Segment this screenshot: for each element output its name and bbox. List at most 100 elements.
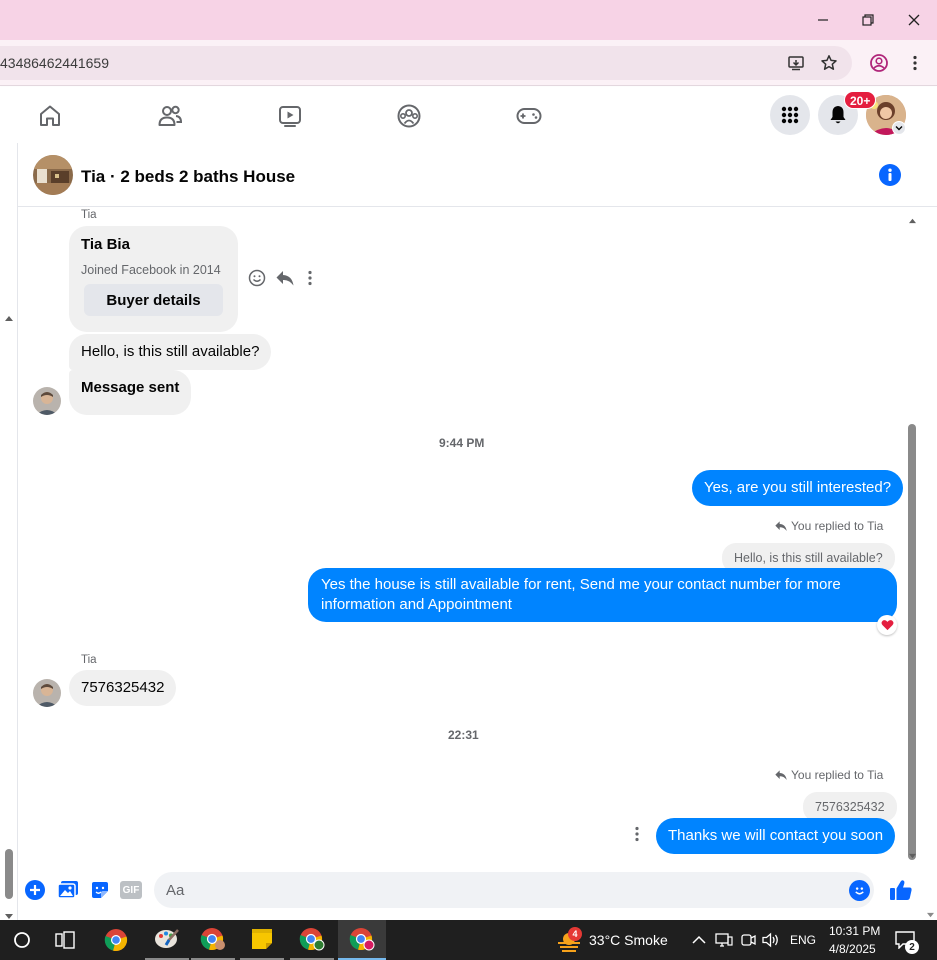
bell-icon bbox=[830, 106, 846, 124]
chat-scroll-thumb[interactable] bbox=[908, 424, 916, 860]
message-outgoing[interactable]: Thanks we will contact you soon bbox=[656, 818, 896, 854]
buyer-joined: Joined Facebook in 2014 bbox=[81, 263, 221, 277]
replied-arrow-icon bbox=[774, 768, 788, 786]
profile-icon[interactable] bbox=[869, 53, 889, 73]
sender-name: Tia bbox=[81, 654, 97, 666]
add-more-button[interactable] bbox=[25, 880, 45, 900]
sticky-notes-app[interactable] bbox=[240, 920, 284, 960]
apps-grid-icon bbox=[781, 106, 799, 124]
video-icon[interactable] bbox=[275, 101, 305, 131]
emoji-icon bbox=[855, 887, 864, 895]
left-sidebar-strip bbox=[0, 143, 18, 920]
chrome-profile-app[interactable] bbox=[191, 920, 235, 960]
browser-titlebar bbox=[0, 0, 937, 40]
chat-header: Tia · 2 beds 2 baths House bbox=[18, 143, 937, 207]
meet-now-icon[interactable] bbox=[740, 932, 756, 953]
network-icon[interactable] bbox=[715, 932, 733, 953]
friends-icon[interactable] bbox=[155, 101, 185, 131]
more-options-icon[interactable] bbox=[306, 269, 314, 292]
language-indicator[interactable]: ENG bbox=[790, 933, 816, 947]
message-outgoing[interactable]: Yes the house is still available for ren… bbox=[308, 568, 897, 622]
plus-icon bbox=[30, 885, 40, 895]
reply-label: You replied to Tia bbox=[791, 519, 884, 533]
minimize-icon bbox=[818, 19, 828, 21]
url-field[interactable] bbox=[0, 46, 852, 80]
chrome-app[interactable] bbox=[94, 920, 138, 960]
paint-palette-icon bbox=[155, 929, 179, 948]
restore-icon bbox=[862, 14, 874, 26]
gif-button[interactable]: GIF bbox=[120, 881, 142, 899]
timestamp: 22:31 bbox=[448, 728, 479, 742]
scroll-up-arrow-icon[interactable] bbox=[4, 309, 14, 327]
clock-time[interactable]: 10:31 PM bbox=[829, 924, 880, 938]
weather-badge: 4 bbox=[568, 927, 582, 941]
more-options-icon[interactable] bbox=[633, 825, 641, 848]
browser-menu-icon[interactable] bbox=[905, 53, 925, 73]
volume-icon[interactable] bbox=[762, 932, 780, 953]
reply-label: You replied to Tia bbox=[791, 768, 884, 782]
emoji-picker-button[interactable] bbox=[849, 880, 870, 901]
task-view-icon bbox=[55, 931, 75, 949]
conversation-thread: Tia Tia Bia Joined Facebook in 2014 Buye… bbox=[18, 208, 905, 860]
chrome-profile-app-active[interactable] bbox=[338, 920, 386, 960]
gaming-icon[interactable] bbox=[514, 101, 544, 131]
chat-scrollbar[interactable] bbox=[905, 208, 919, 860]
url-text[interactable]: 43486462441659 bbox=[0, 55, 109, 71]
close-icon bbox=[908, 14, 920, 26]
install-app-icon[interactable] bbox=[786, 53, 806, 73]
heart-reaction-icon[interactable] bbox=[877, 615, 897, 635]
chrome-profile-app-2[interactable] bbox=[290, 920, 334, 960]
chrome-profile-icon bbox=[200, 928, 225, 951]
groups-icon[interactable] bbox=[394, 101, 424, 131]
contact-avatar[interactable] bbox=[33, 679, 61, 707]
left-scroll-thumb[interactable] bbox=[5, 849, 13, 899]
notification-center-count: 2 bbox=[905, 940, 919, 954]
reply-icon[interactable] bbox=[275, 269, 295, 292]
tray-chevron-icon[interactable] bbox=[692, 933, 706, 951]
clock-date[interactable]: 4/8/2025 bbox=[829, 942, 876, 956]
message-composer: GIF bbox=[18, 860, 937, 920]
home-icon[interactable] bbox=[35, 101, 65, 131]
info-button[interactable] bbox=[879, 164, 901, 186]
chrome-profile-icon bbox=[349, 928, 375, 951]
paint-app[interactable] bbox=[145, 920, 189, 960]
weather-text[interactable]: 33°C Smoke bbox=[589, 932, 668, 948]
facebook-top-nav bbox=[0, 87, 937, 143]
task-view-button[interactable] bbox=[43, 920, 87, 960]
listing-thumbnail[interactable] bbox=[33, 155, 73, 195]
buyer-details-button[interactable]: Buyer details bbox=[84, 284, 223, 316]
like-thumb-button[interactable] bbox=[889, 878, 913, 907]
sender-name: Tia bbox=[81, 209, 97, 221]
close-button[interactable] bbox=[899, 8, 929, 32]
sticker-icon[interactable] bbox=[90, 880, 110, 905]
timestamp: 9:44 PM bbox=[439, 436, 485, 450]
notification-badge: 20+ bbox=[844, 91, 877, 109]
chat-title[interactable]: Tia · 2 beds 2 baths House bbox=[81, 167, 295, 187]
chrome-icon bbox=[104, 929, 128, 952]
windows-taskbar: 4 33°C Smoke ENG 10:31 PM 4/8/2025 2 bbox=[0, 920, 937, 960]
search-button[interactable] bbox=[0, 920, 44, 960]
buyer-card: Tia Bia Joined Facebook in 2014 Buyer de… bbox=[69, 226, 238, 332]
message-input[interactable] bbox=[154, 872, 874, 908]
info-icon bbox=[888, 168, 892, 181]
replied-arrow-icon bbox=[774, 519, 788, 537]
message-outgoing[interactable]: Yes, are you still interested? bbox=[692, 470, 904, 506]
search-circle-icon bbox=[14, 932, 30, 948]
message-incoming[interactable]: Message sent bbox=[69, 370, 192, 415]
thumbs-up-icon bbox=[890, 880, 912, 900]
sticky-notes-icon bbox=[252, 929, 272, 949]
minimize-button[interactable] bbox=[808, 8, 838, 32]
account-dropdown-icon[interactable] bbox=[892, 121, 906, 135]
contact-avatar[interactable] bbox=[33, 387, 61, 415]
chrome-profile-icon bbox=[299, 928, 325, 951]
message-incoming[interactable]: 7576325432 bbox=[69, 670, 177, 706]
bookmark-star-icon[interactable] bbox=[819, 53, 839, 73]
message-incoming[interactable]: Hello, is this still available? bbox=[69, 334, 272, 370]
photo-attach-icon[interactable] bbox=[57, 880, 79, 905]
buyer-name: Tia Bia bbox=[81, 236, 130, 253]
address-bar: 43486462441659 bbox=[0, 40, 937, 86]
scroll-up-arrow-icon[interactable] bbox=[908, 211, 917, 229]
react-smiley-icon[interactable] bbox=[248, 269, 266, 292]
restore-button[interactable] bbox=[853, 8, 883, 32]
menu-button[interactable] bbox=[770, 95, 810, 135]
